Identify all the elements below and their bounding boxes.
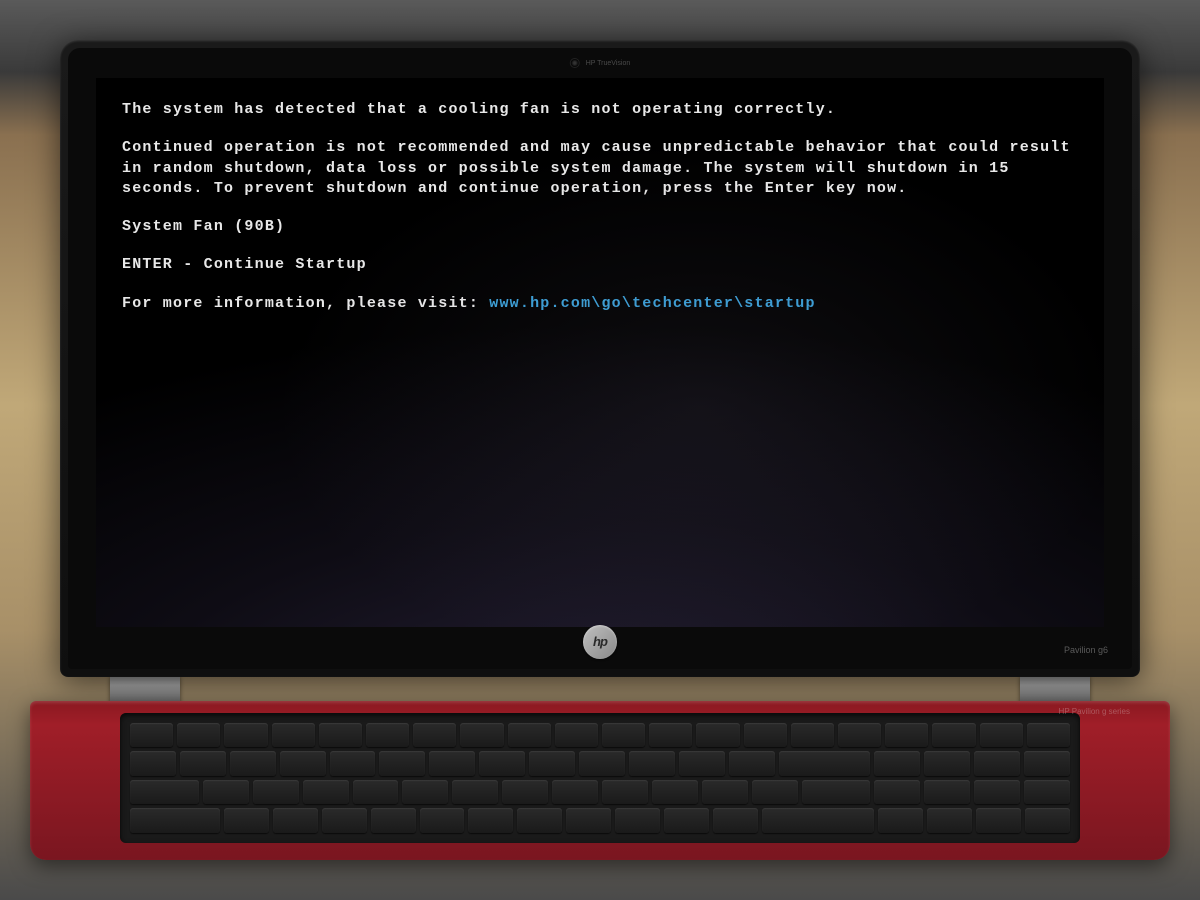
webcam: HP TrueVision <box>570 58 631 68</box>
key-f11[interactable] <box>649 723 692 748</box>
webcam-label: HP TrueVision <box>586 60 631 67</box>
brand-logo-area: hp <box>583 625 617 659</box>
key-del[interactable] <box>838 723 881 748</box>
key-t[interactable] <box>402 780 448 805</box>
key-p[interactable] <box>652 780 698 805</box>
bios-heading: The system has detected that a cooling f… <box>122 100 1078 120</box>
screen-bezel: HP TrueVision The system has detected th… <box>68 48 1132 669</box>
key-f[interactable] <box>371 808 416 833</box>
key-quote[interactable] <box>713 808 758 833</box>
key-row-3 <box>130 808 1070 833</box>
key-backspace[interactable] <box>779 751 871 776</box>
key-e[interactable] <box>303 780 349 805</box>
key-capslock[interactable] <box>130 808 220 833</box>
key-ins[interactable] <box>744 723 787 748</box>
key-num9[interactable] <box>974 751 1020 776</box>
key-f5[interactable] <box>366 723 409 748</box>
key-esc[interactable] <box>130 723 173 748</box>
keyboard[interactable] <box>120 713 1080 843</box>
key-f9[interactable] <box>555 723 598 748</box>
key-f8[interactable] <box>508 723 551 748</box>
key-numenter[interactable] <box>1025 808 1070 833</box>
key-num1[interactable] <box>878 808 923 833</box>
key-numadd2[interactable] <box>1024 780 1070 805</box>
key-9[interactable] <box>579 751 625 776</box>
key-row-1 <box>130 751 1070 776</box>
key-q[interactable] <box>203 780 249 805</box>
key-j[interactable] <box>517 808 562 833</box>
key-f4[interactable] <box>319 723 362 748</box>
key-7[interactable] <box>479 751 525 776</box>
key-f2[interactable] <box>224 723 267 748</box>
key-l[interactable] <box>615 808 660 833</box>
key-nummul[interactable] <box>980 723 1023 748</box>
bios-screen: The system has detected that a cooling f… <box>96 78 1104 627</box>
key-f10[interactable] <box>602 723 645 748</box>
key-num8[interactable] <box>924 751 970 776</box>
bios-body: Continued operation is not recommended a… <box>122 138 1078 199</box>
key-f3[interactable] <box>272 723 315 748</box>
key-6[interactable] <box>429 751 475 776</box>
key-g[interactable] <box>420 808 465 833</box>
key-3[interactable] <box>280 751 326 776</box>
key-numsub[interactable] <box>1027 723 1070 748</box>
key-equals[interactable] <box>729 751 775 776</box>
key-8[interactable] <box>529 751 575 776</box>
webcam-lens-icon <box>570 58 580 68</box>
key-num6[interactable] <box>974 780 1020 805</box>
screen-assembly: HP TrueVision The system has detected th… <box>60 40 1140 677</box>
key-numdiv[interactable] <box>932 723 975 748</box>
key-num3[interactable] <box>976 808 1021 833</box>
bios-error-code: System Fan (90B) <box>122 217 1078 237</box>
key-1[interactable] <box>180 751 226 776</box>
laptop: HP TrueVision The system has detected th… <box>35 40 1165 860</box>
key-num4[interactable] <box>874 780 920 805</box>
key-tilde[interactable] <box>130 751 176 776</box>
key-i[interactable] <box>552 780 598 805</box>
model-label: Pavilion g6 <box>1064 645 1108 655</box>
key-f6[interactable] <box>413 723 456 748</box>
key-f7[interactable] <box>460 723 503 748</box>
key-numadd[interactable] <box>1024 751 1070 776</box>
key-4[interactable] <box>330 751 376 776</box>
key-d[interactable] <box>322 808 367 833</box>
key-y[interactable] <box>452 780 498 805</box>
key-k[interactable] <box>566 808 611 833</box>
key-backslash[interactable] <box>802 780 871 805</box>
key-rbracket[interactable] <box>752 780 798 805</box>
bios-info-url: www.hp.com\go\techcenter\startup <box>489 295 815 312</box>
key-num5[interactable] <box>924 780 970 805</box>
hp-logo-icon: hp <box>583 625 617 659</box>
key-r[interactable] <box>353 780 399 805</box>
key-enter[interactable] <box>762 808 874 833</box>
key-minus[interactable] <box>679 751 725 776</box>
key-0[interactable] <box>629 751 675 776</box>
bios-info-prefix: For more information, please visit: <box>122 295 489 312</box>
key-numlk[interactable] <box>885 723 928 748</box>
bios-action-prompt: ENTER - Continue Startup <box>122 255 1078 275</box>
laptop-base: HP Pavilion g series <box>30 701 1170 860</box>
hinge-left <box>110 673 180 703</box>
key-2[interactable] <box>230 751 276 776</box>
key-f12[interactable] <box>696 723 739 748</box>
key-lbracket[interactable] <box>702 780 748 805</box>
key-num7[interactable] <box>874 751 920 776</box>
key-prtsc[interactable] <box>791 723 834 748</box>
key-tab[interactable] <box>130 780 199 805</box>
hinge-right <box>1020 673 1090 703</box>
key-h[interactable] <box>468 808 513 833</box>
key-num2[interactable] <box>927 808 972 833</box>
key-f1[interactable] <box>177 723 220 748</box>
key-a[interactable] <box>224 808 269 833</box>
key-s[interactable] <box>273 808 318 833</box>
key-row-2 <box>130 780 1070 805</box>
key-u[interactable] <box>502 780 548 805</box>
base-series-label: HP Pavilion g series <box>1059 707 1130 716</box>
key-o[interactable] <box>602 780 648 805</box>
key-5[interactable] <box>379 751 425 776</box>
hinge-area <box>50 673 1150 703</box>
key-semicolon[interactable] <box>664 808 709 833</box>
key-w[interactable] <box>253 780 299 805</box>
key-row-fn <box>130 723 1070 748</box>
